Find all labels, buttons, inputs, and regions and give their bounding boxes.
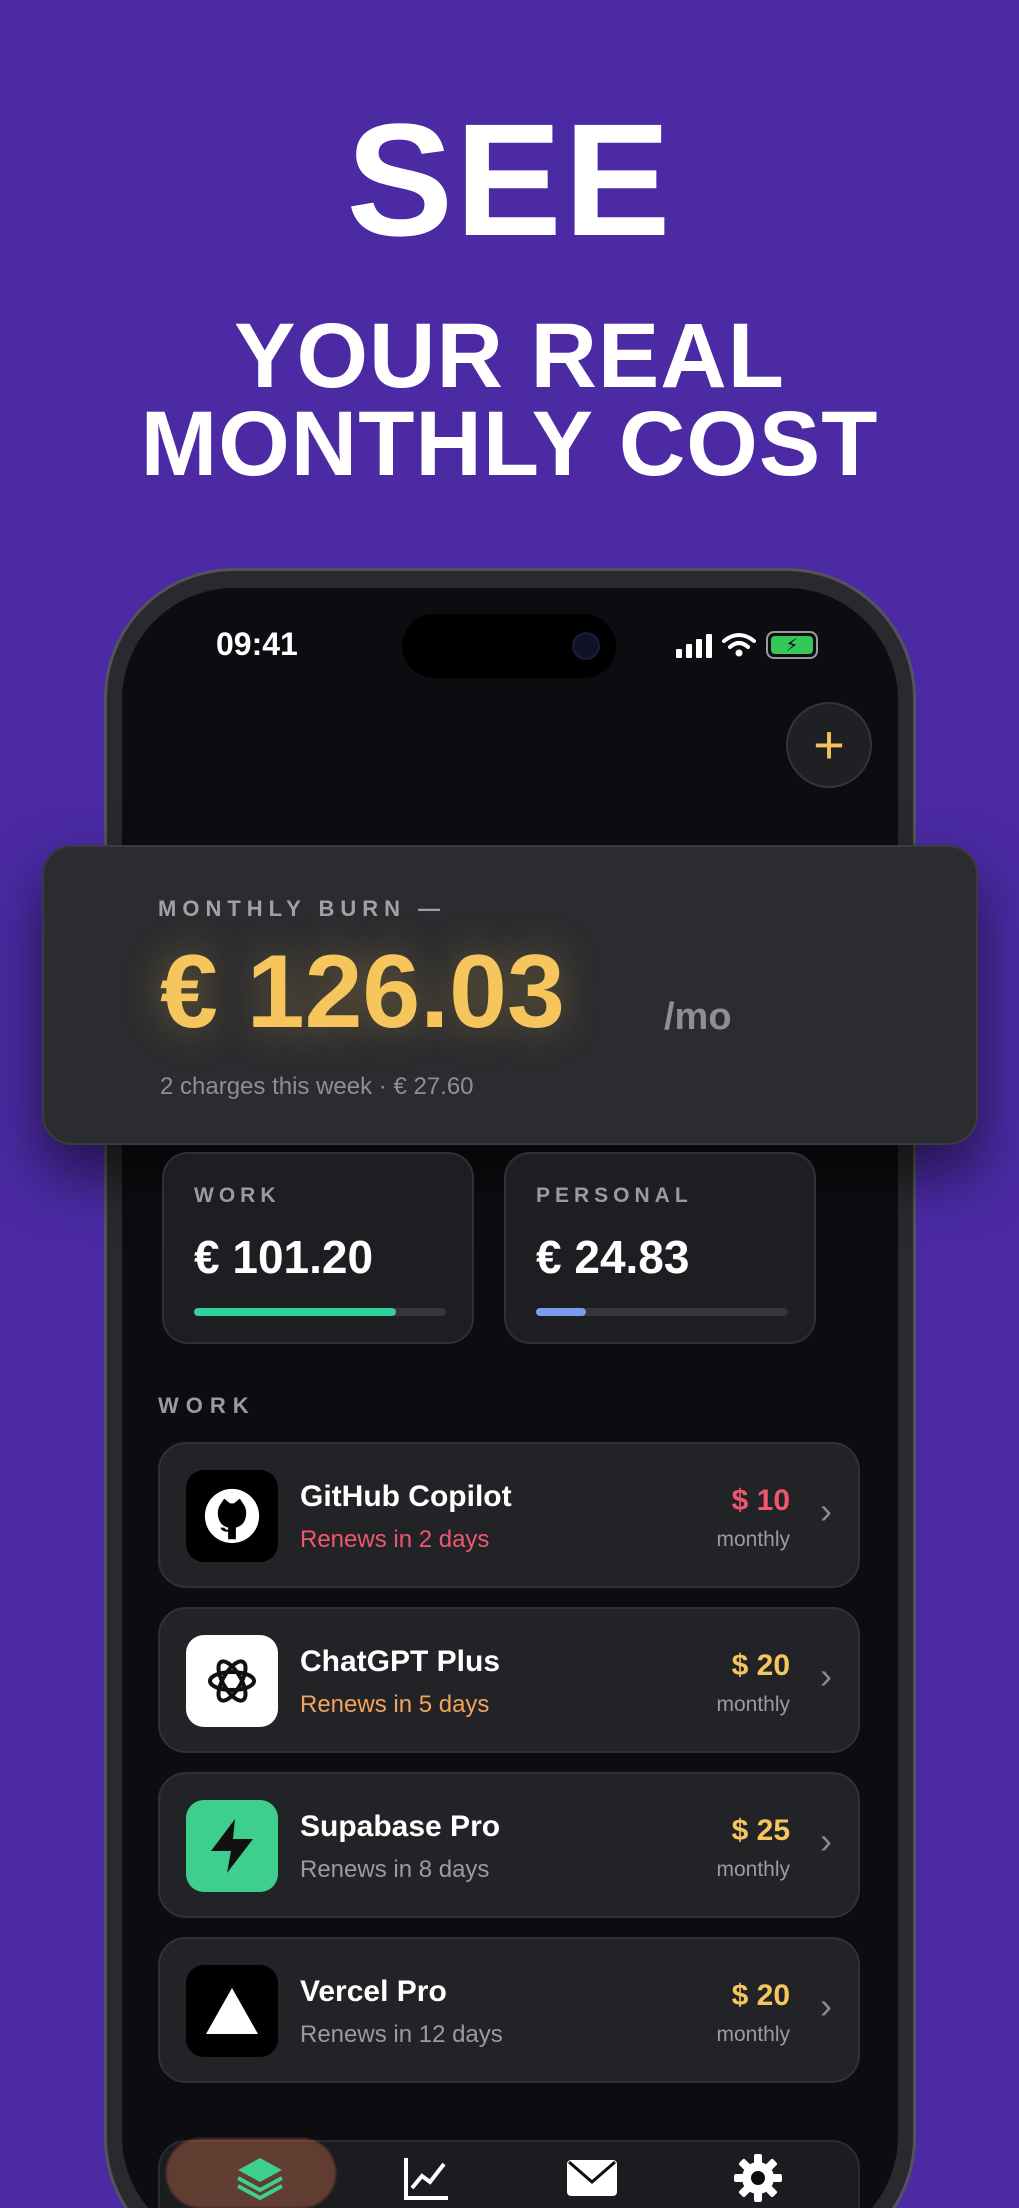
subscription-cycle: monthly	[716, 2023, 790, 2046]
chevron-right-icon: ›	[820, 1985, 832, 2026]
status-time: 09:41	[216, 626, 298, 662]
section-label-work: WORK	[158, 1393, 256, 1418]
subscription-renewal: Renews in 2 days	[300, 1526, 490, 1553]
vercel-triangle-icon	[186, 1965, 278, 2057]
battery-icon: ⚡	[766, 631, 818, 659]
subscription-price: $ 10	[731, 1484, 790, 1517]
subscription-price: $ 20	[731, 1979, 790, 2012]
subscription-row-github-copilot[interactable]: GitHub Copilot Renews in 2 days $ 10 mon…	[158, 1442, 860, 1588]
headline-line-2: YOUR REAL	[234, 305, 785, 407]
work-summary-label: WORK	[194, 1184, 281, 1207]
status-icons: ⚡	[676, 628, 818, 662]
subscription-row-supabase-pro[interactable]: Supabase Pro Renews in 8 days $ 25 month…	[158, 1772, 860, 1918]
gear-icon	[734, 2154, 782, 2202]
work-summary-amount: € 101.20	[194, 1231, 374, 1283]
work-summary-card[interactable]: WORK € 101.20	[162, 1152, 474, 1344]
chart-icon	[404, 2158, 448, 2200]
personal-progress-fill	[536, 1308, 587, 1316]
subscription-renewal: Renews in 12 days	[300, 2021, 503, 2048]
subscription-cycle: monthly	[716, 1528, 790, 1551]
subscription-name: Supabase Pro	[300, 1810, 501, 1843]
chevron-right-icon: ›	[820, 1490, 832, 1531]
monthly-burn-label: MONTHLY BURN —	[158, 896, 447, 921]
monthly-burn-subtitle: 2 charges this week · € 27.60	[160, 1073, 474, 1100]
subscription-name: GitHub Copilot	[300, 1480, 512, 1513]
subscription-name: ChatGPT Plus	[300, 1645, 501, 1678]
layers-icon	[237, 2158, 283, 2201]
settings-tab[interactable]	[730, 2150, 786, 2206]
cellular-signal-icon	[676, 632, 712, 658]
subscription-row-vercel-pro[interactable]: Vercel Pro Renews in 12 days $ 20 monthl…	[158, 1937, 860, 2083]
subscription-price: $ 20	[731, 1649, 790, 1682]
add-subscription-button[interactable]: +	[786, 702, 872, 788]
subscriptions-tab[interactable]	[232, 2150, 288, 2206]
subscription-renewal: Renews in 8 days	[300, 1856, 490, 1883]
subscription-name: Vercel Pro	[300, 1975, 447, 2008]
headline-line-3: MONTHLY COST	[140, 393, 879, 495]
headline-see: SEE	[346, 90, 673, 269]
wifi-icon	[722, 633, 756, 657]
monthly-burn-unit: /mo	[664, 996, 732, 1038]
mail-icon	[567, 2160, 617, 2196]
github-icon	[186, 1470, 278, 1562]
monthly-burn-amount: € 126.03	[160, 934, 565, 1050]
supabase-bolt-icon	[186, 1800, 278, 1892]
subscription-cycle: monthly	[716, 1858, 790, 1881]
work-progress-fill	[194, 1308, 396, 1316]
work-progress-track	[194, 1308, 446, 1316]
subscription-cycle: monthly	[716, 1693, 790, 1716]
personal-summary-label: PERSONAL	[536, 1184, 693, 1207]
personal-summary-card[interactable]: PERSONAL € 24.83	[504, 1152, 816, 1344]
subscription-price: $ 25	[731, 1814, 790, 1847]
chevron-right-icon: ›	[820, 1655, 832, 1696]
chevron-right-icon: ›	[820, 1820, 832, 1861]
camera-icon	[572, 632, 600, 660]
personal-progress-track	[536, 1308, 788, 1316]
insights-tab[interactable]	[398, 2150, 454, 2206]
subscription-renewal: Renews in 5 days	[300, 1691, 490, 1718]
inbox-tab[interactable]	[564, 2150, 620, 2206]
openai-icon	[186, 1635, 278, 1727]
subscription-row-chatgpt-plus[interactable]: ChatGPT Plus Renews in 5 days $ 20 month…	[158, 1607, 860, 1753]
personal-summary-amount: € 24.83	[536, 1231, 690, 1283]
